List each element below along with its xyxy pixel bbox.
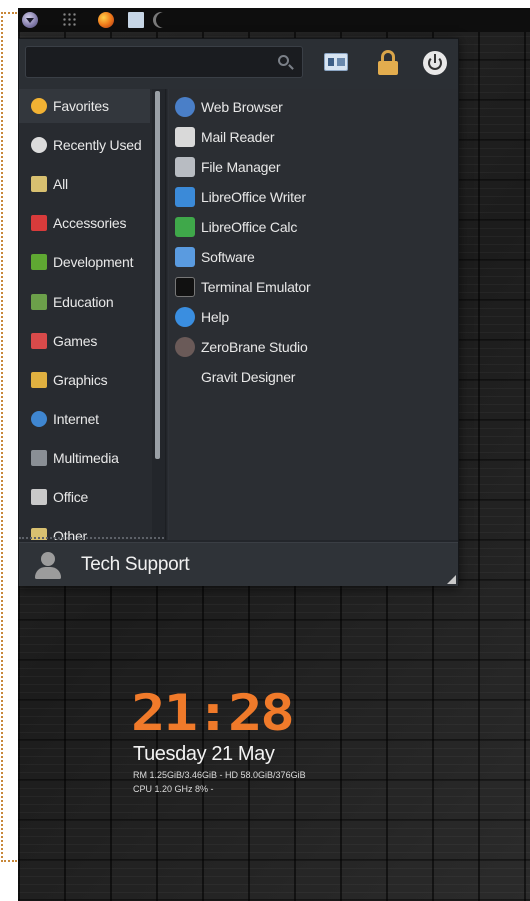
- all-icon: [31, 176, 47, 193]
- category-label: Favorites: [53, 98, 109, 114]
- category-list: Favorites Recently Used All Accessories Deve…: [19, 89, 152, 540]
- category-label: Graphics: [53, 371, 108, 388]
- search-input[interactable]: [25, 46, 303, 78]
- app-label: File Manager: [201, 159, 281, 175]
- conky-date: Tuesday 21 May: [133, 743, 275, 765]
- top-panel: [18, 8, 530, 32]
- app-libreoffice-calc[interactable]: LibreOffice Calc: [175, 212, 455, 242]
- category-label: Games: [53, 332, 98, 349]
- app-label: Mail Reader: [201, 129, 275, 145]
- category-list-fade: [19, 537, 164, 539]
- category-development[interactable]: Development: [19, 245, 150, 279]
- app-label: LibreOffice Writer: [201, 189, 306, 205]
- category-label: Multimedia: [53, 449, 119, 466]
- app-web-browser[interactable]: Web Browser: [175, 92, 455, 122]
- app-mail-reader[interactable]: Mail Reader: [175, 122, 455, 152]
- graphics-icon: [31, 371, 47, 388]
- desktop: Favorites Recently Used All Accessories Deve…: [18, 8, 530, 901]
- app-label: ZeroBrane Studio: [201, 339, 308, 355]
- app-zerobrane-studio[interactable]: ZeroBrane Studio: [175, 332, 455, 362]
- app-label: Web Browser: [201, 99, 283, 115]
- mail-reader-icon: [175, 127, 195, 147]
- app-software[interactable]: Software: [175, 242, 455, 272]
- lock-screen-button[interactable]: [374, 50, 402, 76]
- category-label: All: [53, 176, 68, 193]
- category-all[interactable]: All: [19, 167, 150, 201]
- accessories-icon: [31, 215, 47, 232]
- resize-grip-icon[interactable]: [447, 575, 456, 584]
- category-label: Internet: [53, 410, 99, 427]
- app-label: Terminal Emulator: [201, 279, 311, 295]
- category-games[interactable]: Games: [19, 324, 150, 358]
- internet-icon: [31, 410, 47, 427]
- terminal-icon: [175, 277, 195, 297]
- user-avatar-icon: [33, 551, 63, 581]
- category-recently-used[interactable]: Recently Used: [19, 128, 150, 162]
- menu-header: [19, 39, 458, 89]
- power-button[interactable]: [421, 50, 449, 76]
- apps-grid-icon[interactable]: [62, 12, 78, 28]
- category-education[interactable]: Education: [19, 285, 150, 319]
- category-office[interactable]: Office: [19, 480, 150, 514]
- app-label: LibreOffice Calc: [201, 219, 298, 235]
- category-multimedia[interactable]: Multimedia: [19, 441, 150, 475]
- conky-cpu: CPU 1.20 GHz 8% -: [133, 784, 214, 794]
- category-internet[interactable]: Internet: [19, 402, 150, 436]
- user-name: Tech Support: [81, 554, 190, 575]
- application-menu: Favorites Recently Used All Accessories Deve…: [18, 38, 459, 586]
- development-icon: [31, 254, 47, 271]
- search-icon: [278, 55, 289, 66]
- settings-manager-icon: [324, 53, 348, 71]
- software-icon: [175, 247, 195, 267]
- calc-icon: [175, 217, 195, 237]
- education-icon: [31, 293, 47, 310]
- conky-clock: 21:28: [131, 684, 295, 742]
- web-browser-icon: [175, 97, 195, 117]
- category-graphics[interactable]: Graphics: [19, 363, 150, 397]
- menu-footer: Tech Support: [19, 542, 458, 586]
- moon-icon[interactable]: [156, 12, 172, 28]
- app-label: Software: [201, 249, 255, 265]
- app-help[interactable]: Help: [175, 302, 455, 332]
- app-terminal-emulator[interactable]: Terminal Emulator: [175, 272, 455, 302]
- category-label: Accessories: [53, 215, 127, 232]
- category-label: Recently Used: [53, 137, 142, 154]
- category-accessories[interactable]: Accessories: [19, 206, 150, 240]
- dotted-frame: [1, 12, 17, 862]
- category-scrollbar[interactable]: [155, 91, 160, 459]
- multimedia-icon: [31, 449, 47, 466]
- app-label: Gravit Designer: [201, 369, 296, 385]
- power-icon: [423, 51, 447, 75]
- recent-icon: [31, 137, 47, 154]
- category-label: Development: [53, 254, 134, 271]
- conky-ram-disk: RM 1.25GiB/3.46GiB - HD 58.0GiB/376GiB: [133, 770, 306, 780]
- star-icon: [31, 98, 47, 114]
- category-label: Education: [53, 293, 114, 310]
- file-manager-icon: [175, 157, 195, 177]
- zerobrane-icon: [175, 337, 195, 357]
- settings-manager-button[interactable]: [321, 50, 349, 76]
- app-gravit-designer[interactable]: Gravit Designer: [175, 362, 455, 392]
- office-icon: [31, 489, 47, 505]
- help-icon: [175, 307, 195, 327]
- app-label: Help: [201, 309, 229, 325]
- application-list: Web Browser Mail Reader File Manager LibreO…: [169, 89, 458, 540]
- category-favorites[interactable]: Favorites: [19, 89, 150, 123]
- writer-icon: [175, 187, 195, 207]
- app-libreoffice-writer[interactable]: LibreOffice Writer: [175, 182, 455, 212]
- firefox-icon[interactable]: [98, 12, 114, 28]
- app-icon-placeholder: [175, 367, 195, 387]
- games-icon: [31, 332, 47, 349]
- window-icon[interactable]: [128, 12, 144, 28]
- app-file-manager[interactable]: File Manager: [175, 152, 455, 182]
- category-label: Office: [53, 489, 89, 505]
- menu-launcher-icon[interactable]: [22, 12, 38, 28]
